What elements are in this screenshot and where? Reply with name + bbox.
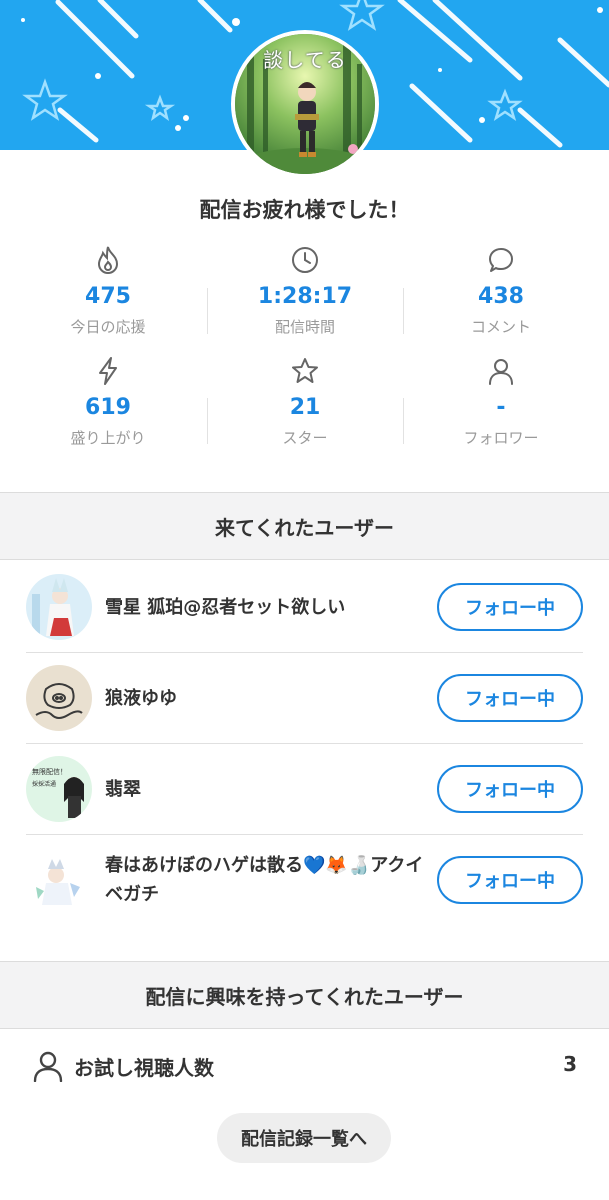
- stat-label: 配信時間: [274, 318, 335, 336]
- avatar-text: 採採活通: [32, 780, 56, 788]
- divider: [207, 288, 208, 334]
- comment-icon: [401, 244, 601, 276]
- user-name: 雪星 狐珀@忍者セット欲しい: [105, 597, 346, 618]
- user-avatar[interactable]: [26, 665, 92, 731]
- stat-label: 今日の応援: [70, 318, 146, 336]
- user-row[interactable]: 雪星 狐珀@忍者セット欲しい フォロー中: [26, 562, 583, 653]
- stat-value: 475: [85, 284, 131, 309]
- user-avatar[interactable]: 無限配信！ 採採活通: [26, 756, 92, 822]
- stat-cheers: 475 今日の応援: [8, 244, 208, 337]
- interest-section-header: 配信に興味を持ってくれたユーザー: [0, 961, 609, 1029]
- person-icon: [32, 1050, 64, 1086]
- divider: [207, 398, 208, 444]
- stat-value: -: [496, 395, 506, 420]
- trial-viewers-count: 3: [563, 1052, 577, 1076]
- stat-label: フォロワー: [463, 429, 539, 447]
- divider: [403, 288, 404, 334]
- trial-viewers-label: お試し視聴人数: [74, 1056, 214, 1080]
- user-name: 春はあけぼのハゲは散る💙🦊🍶アクイベガチ: [105, 855, 424, 905]
- visitors-section-header: 来てくれたユーザー: [0, 492, 609, 560]
- lightning-icon: [8, 355, 208, 387]
- stat-label: コメント: [470, 318, 531, 336]
- user-row[interactable]: 春はあけぼのハゲは散る💙🦊🍶アクイベガチ フォロー中: [26, 835, 583, 926]
- page-title: 配信お疲れ様でした！: [199, 198, 410, 222]
- following-button[interactable]: フォロー中: [437, 583, 583, 631]
- star-icon: [205, 355, 405, 387]
- stat-excitement: 619 盛り上がり: [8, 355, 208, 448]
- stat-label: 盛り上がり: [70, 429, 146, 447]
- user-row[interactable]: 狼液ゆゆ フォロー中: [26, 653, 583, 744]
- stream-history-button[interactable]: 配信記録一覧へ: [217, 1113, 391, 1163]
- person-icon: [401, 355, 601, 387]
- stat-label: スター: [282, 429, 328, 447]
- user-name: 狼液ゆゆ: [105, 688, 177, 709]
- user-avatar[interactable]: [26, 847, 92, 913]
- following-button[interactable]: フォロー中: [437, 856, 583, 904]
- avatar-text: 無限配信！: [32, 767, 67, 776]
- stat-value: 21: [289, 395, 321, 420]
- clock-icon: [205, 244, 405, 276]
- stat-stars: 21 スター: [205, 355, 405, 448]
- stat-followers: - フォロワー: [401, 355, 601, 448]
- following-button[interactable]: フォロー中: [437, 765, 583, 813]
- flame-icon: [8, 244, 208, 276]
- streamer-avatar: 談してる: [231, 30, 379, 178]
- stat-value: 438: [478, 284, 524, 309]
- avatar-caption: 談してる: [263, 48, 347, 72]
- stat-value: 1:28:17: [257, 284, 353, 309]
- divider: [403, 398, 404, 444]
- stat-duration: 1:28:17 配信時間: [205, 244, 405, 337]
- stat-comments: 438 コメント: [401, 244, 601, 337]
- stat-value: 619: [85, 395, 131, 420]
- trial-viewers-row: お試し視聴人数 3: [32, 1048, 577, 1086]
- user-avatar[interactable]: [26, 574, 92, 640]
- user-name: 翡翠: [105, 779, 141, 800]
- following-button[interactable]: フォロー中: [437, 674, 583, 722]
- user-row[interactable]: 無限配信！ 採採活通 翡翠 フォロー中: [26, 744, 583, 835]
